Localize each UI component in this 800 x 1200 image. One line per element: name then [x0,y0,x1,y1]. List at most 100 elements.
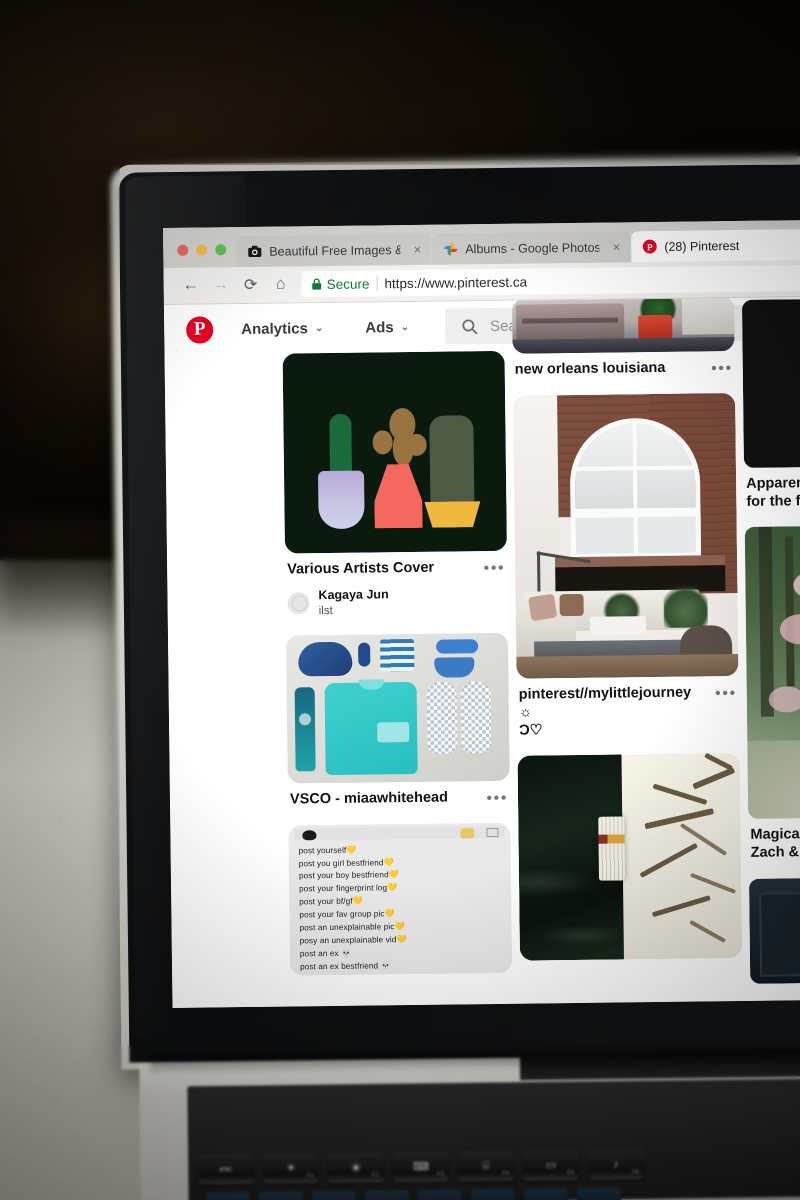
pin-grid: Various Artists Cover ••• Kagaya Jun ils… [165,296,800,1008]
coffee-table [589,616,646,635]
back-button[interactable]: ← [176,270,206,300]
pin-meta: new orleans louisiana ••• [513,351,735,380]
browser-tab-google-photos[interactable]: Albums - Google Photos × [432,231,631,265]
pin-card[interactable]: new orleans louisiana ••• [511,296,735,380]
pin-meta: pinterest//mylittlejourney ☼ Ɔ♡ ••• [517,676,740,740]
tree-trunk [784,536,795,687]
pin-image-new-orleans[interactable] [511,296,735,354]
pin-card[interactable]: pinterest//mylittlejourney ☼ Ɔ♡ ••• [513,393,739,740]
tab-close-icon[interactable]: × [613,239,621,254]
pin-card[interactable]: AB GH MN ST Apparen for the fo [741,297,800,511]
sunglasses [436,638,479,654]
artwork-alphabet-poster: AB GH MN ST [741,297,800,468]
pin-title: Magical W Zach & Ta [750,823,800,862]
socks [358,642,371,667]
pin-overflow-icon[interactable]: ••• [715,683,737,702]
cushion [559,593,584,617]
pin-overflow-icon[interactable]: ••• [711,358,733,377]
pin-card[interactable]: Various Artists Cover ••• Kagaya Jun ils… [282,350,508,619]
vase-coral [374,464,423,529]
tab-title: Albums - Google Photos [465,240,600,256]
artwork-garden-blossoms [744,524,800,820]
pin-meta: VSCO - miaawhitehead ••• [288,780,510,809]
pin-title: Various Artists Cover [287,559,435,578]
pin-card[interactable]: VSCO - miaawhitehead ••• [285,632,510,809]
corner-plant [663,581,708,628]
pin-title-text: pinterest//mylittlejourney ☼ [518,684,692,721]
maximize-window-button[interactable] [215,244,227,256]
pin-image-marble[interactable] [517,753,742,962]
tab-close-icon[interactable]: × [414,242,422,257]
pin-card[interactable]: Magical W Zach & Ta [744,524,800,862]
hair-bands [380,638,415,671]
pin-column-middle: new orleans louisiana ••• pinterest//myl… [511,296,743,977]
pin-meta: Apparen for the fo [744,465,800,511]
pin-meta: Magical W Zach & Ta [748,816,800,862]
porch-wall [681,296,735,335]
svg-text:P: P [647,243,653,253]
pin-card[interactable] [748,875,800,984]
frame-inner [759,891,800,977]
nav-item-analytics[interactable]: Analytics ⌄ [227,319,337,338]
nav-label: Analytics [241,319,309,338]
nav-item-ads[interactable]: Ads ⌄ [351,318,423,336]
pin-title-text-2: for the fo [746,493,800,511]
cactus-green [329,413,353,477]
cushion [527,593,558,622]
pin-image-vsco-flatlay[interactable] [285,632,510,784]
pin-image-typography-poster[interactable]: AB GH MN ST [741,297,800,468]
pin-image-blossom-garden[interactable] [744,524,800,820]
pin-overflow-icon[interactable]: ••• [483,558,505,577]
pin-meta: Various Artists Cover ••• [285,551,507,580]
emoji-icon [460,827,475,838]
sample-tile [598,816,625,881]
artwork-marble-slabs [517,753,742,962]
camera-icon [248,245,262,258]
forward-button[interactable]: → [206,270,236,300]
photo-blur-bottom [0,1045,800,1200]
pin-subtitle-text: Ɔ♡ [519,722,543,739]
pinterest-icon: P [642,239,657,254]
pin-title: new orleans louisiana [514,359,666,378]
close-window-button[interactable] [177,244,189,256]
photo-scene: Beautiful Free Images & Pictu × Albums -… [0,0,800,1200]
browser-tab-pinterest[interactable]: P (28) Pinterest [631,228,800,263]
heart-icon [302,829,317,840]
pin-author[interactable]: Kagaya Jun ilst [285,577,507,619]
pin-title: Apparen for the fo [746,472,800,511]
square-icon [486,827,499,837]
photo-blur-top [0,0,800,165]
checkered-shoe-right [460,680,492,753]
artwork-flat-lay [285,632,510,784]
water-bottle [294,686,316,771]
artwork-porch [511,296,735,354]
chevron-down-icon: ⌄ [314,322,324,334]
artwork-story-list: post yourself💛 post you girl bestfriend💛… [288,822,513,976]
home-button[interactable]: ⌂ [266,269,296,299]
author-name: Kagaya Jun [318,587,389,603]
reload-button[interactable]: ⟳ [236,270,266,300]
pin-image-dark-frame[interactable] [748,875,800,984]
vase-lavender [317,470,365,530]
url-text: https://www.pinterest.ca [384,274,528,291]
pinterest-logo-icon[interactable]: P [186,315,214,344]
tab-title: Beautiful Free Images & Pictu [269,242,401,259]
pinterest-page: P Analytics ⌄ Ads ⌄ Search [163,296,800,1008]
search-icon [462,318,478,334]
browser-tab-unsplash[interactable]: Beautiful Free Images & Pictu × [236,233,432,268]
browser-tab-strip: Beautiful Free Images & Pictu × Albums -… [163,219,800,268]
pin-image-story-list[interactable]: post yourself💛 post you girl bestfriend💛… [288,822,513,976]
pin-overflow-icon[interactable]: ••• [486,787,508,806]
blue-cap [298,641,353,676]
pin-image-loft-interior[interactable] [513,393,739,679]
pin-image-various-artists-cover[interactable] [282,350,507,554]
pin-title: pinterest//mylittlejourney ☼ Ɔ♡ [519,683,716,740]
pin-card[interactable] [517,753,742,962]
pin-title-text: Apparen [746,475,800,492]
author-board: ilst [318,604,333,617]
address-bar[interactable]: Secure https://www.pinterest.ca [301,264,800,298]
minimize-window-button[interactable] [196,244,208,256]
pin-card[interactable]: post yourself💛 post you girl bestfriend💛… [288,822,513,976]
cactus-tan [372,407,427,471]
blossom-cluster [793,572,800,599]
